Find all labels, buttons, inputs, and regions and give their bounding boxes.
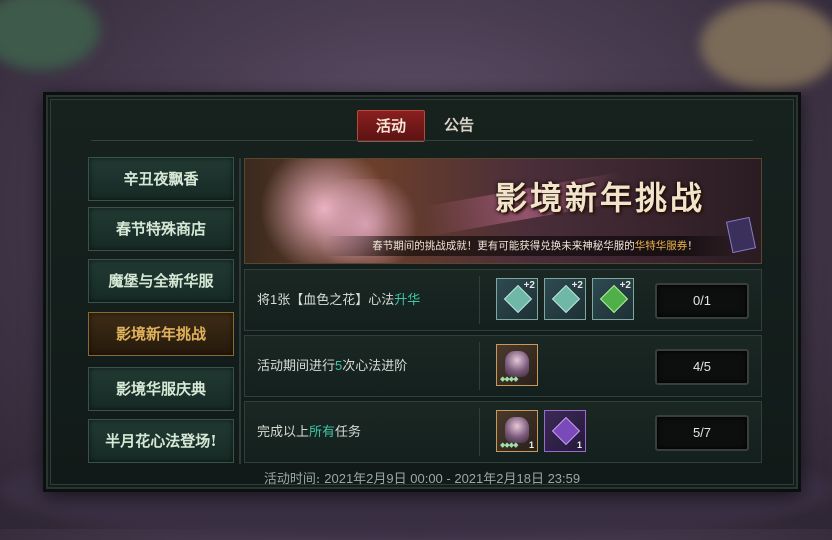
event-time-label: 活动时间: [263, 472, 321, 487]
task-text: 任务 [335, 424, 362, 439]
task-text-highlight: 所有 [309, 424, 336, 439]
task-text: 活动期间进行 [257, 358, 336, 373]
task-row: 活动期间进行5次心法进阶 ◆◆◆◆ 4/5 [244, 335, 762, 397]
banner-title: 影境新年挑战 [494, 179, 705, 217]
sidebar-item-half-moon-flower[interactable]: 半月花心法登场! [88, 419, 234, 463]
reward-item[interactable]: +2 [544, 278, 586, 320]
sidebar-item-costume-celebration[interactable]: 影境华服庆典 [88, 367, 234, 411]
reward-item[interactable]: 1 [544, 410, 586, 452]
reward-count: 1 [528, 440, 534, 450]
task-separator [479, 342, 480, 390]
task-separator [479, 276, 480, 324]
sidebar-item-new-year-challenge[interactable]: 影境新年挑战 [88, 312, 234, 356]
tab-activity[interactable]: 活动 [357, 110, 425, 142]
progress-counter: 0/1 [655, 283, 749, 319]
star-pips: ◆◆◆◆ [500, 441, 519, 449]
reward-badge: +2 [523, 280, 535, 291]
event-time: 活动时间: 2021年2月9日 00:00 - 2021年2月18日 23:59 [51, 468, 793, 487]
banner-subtitle-highlight: 华特华服券 [634, 240, 688, 252]
task-separator [479, 408, 480, 456]
portrait-card-icon [505, 417, 529, 443]
sidebar-item-new-year-night[interactable]: 辛丑夜飘香 [88, 157, 234, 201]
event-time-value: 2021年2月9日 00:00 - 2021年2月18日 23:59 [324, 471, 581, 486]
banner-subtitle: 春节期间的挑战成就！更有可能获得兑换未来神秘华服的华特华服券！ [325, 236, 745, 256]
task-row: 完成以上所有任务 ◆◆◆◆ 1 1 5/7 [244, 401, 762, 463]
task-text-highlight: 升华 [394, 292, 421, 307]
banner-subtitle-end: ！ [687, 240, 698, 252]
task-description: 完成以上所有任务 [257, 402, 361, 462]
reward-item[interactable]: +2 [496, 278, 538, 320]
task-description: 将1张【血色之花】心法升华 [257, 270, 420, 330]
event-banner: 影境新年挑战 春节期间的挑战成就！更有可能获得兑换未来神秘华服的华特华服券！ [244, 158, 762, 264]
star-pips: ◆◆◆◆ [500, 375, 519, 383]
task-text: 次心法进阶 [342, 358, 408, 373]
ticket-icon [725, 216, 757, 254]
banner-subtitle-text: 春节期间的挑战成就！更有可能获得兑换未来神秘华服的 [372, 240, 635, 252]
task-description: 活动期间进行5次心法进阶 [257, 336, 407, 396]
vertical-divider [239, 158, 241, 464]
activity-panel: 活动 公告 辛丑夜飘香 春节特殊商店 魔堡与全新华服 影境新年挑战 影境华服庆典… [43, 92, 801, 492]
reward-item[interactable]: +2 [592, 278, 634, 320]
sidebar-item-spring-shop[interactable]: 春节特殊商店 [88, 207, 234, 251]
progress-counter: 4/5 [655, 349, 749, 385]
reward-item[interactable]: ◆◆◆◆ [496, 344, 538, 386]
reward-badge: +2 [571, 280, 583, 291]
reward-badge: +2 [619, 280, 631, 291]
sidebar-item-castle-costume[interactable]: 魔堡与全新华服 [88, 259, 234, 303]
tab-bar: 活动 公告 [51, 110, 793, 144]
task-row: 将1张【血色之花】心法升华 +2 +2 +2 0/1 [244, 269, 762, 331]
task-text: 将1张【血色之花】心法 [257, 292, 395, 307]
background-blur [700, 0, 832, 90]
portrait-card-icon [505, 351, 529, 377]
reward-item[interactable]: ◆◆◆◆ 1 [496, 410, 538, 452]
reward-count: 1 [576, 440, 582, 450]
background-blur [0, 0, 100, 70]
tab-divider [91, 140, 753, 141]
task-text: 完成以上 [257, 424, 310, 439]
tab-announcement[interactable]: 公告 [431, 110, 487, 140]
progress-counter: 5/7 [655, 415, 749, 451]
ticket-card-icon [551, 416, 581, 446]
panel-frame: 活动 公告 辛丑夜飘香 春节特殊商店 魔堡与全新华服 影境新年挑战 影境华服庆典… [50, 99, 794, 487]
